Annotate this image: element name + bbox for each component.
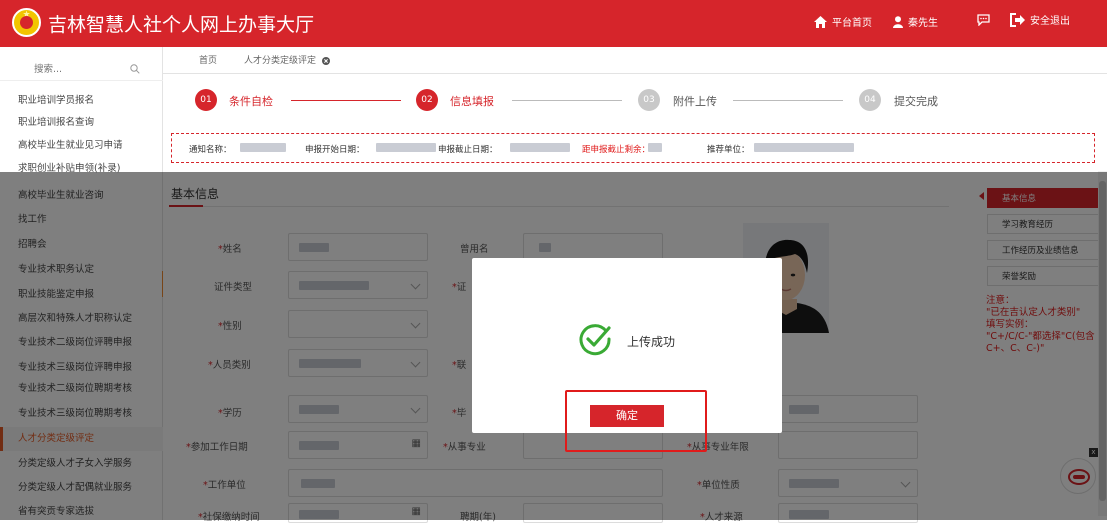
platform-home-link[interactable]: 平台首页: [814, 14, 872, 29]
logout-icon: [1010, 12, 1025, 27]
message-button[interactable]: [977, 14, 990, 26]
redacted-value: [648, 143, 662, 152]
step-connector: [512, 100, 622, 101]
tab-home[interactable]: 首页: [199, 52, 217, 70]
notice-remaining-label: 距申报截止剩余：: [582, 145, 651, 155]
progress-steps: 01 条件自检 02 信息填报 03 附件上传 04 提交完成: [163, 75, 1107, 120]
notice-name-label: 通知名称：: [189, 145, 232, 155]
notice-end-label: 申报截止日期：: [438, 145, 498, 155]
redacted-value: [754, 143, 854, 152]
tab-talent-grading[interactable]: 人才分类定级评定: [244, 52, 331, 70]
success-check-icon: [579, 324, 611, 356]
step-1-number: 01: [195, 89, 217, 111]
sidebar-item-training-query[interactable]: 职业培训报名查询: [0, 111, 163, 135]
logout-button[interactable]: 安全退出: [1010, 12, 1070, 27]
redacted-value: [376, 143, 436, 152]
step-4-label: 提交完成: [894, 95, 938, 108]
sidebar-item-intern-apply[interactable]: 高校毕业生就业见习申请: [0, 134, 163, 158]
notice-recommender-label: 推荐单位：: [707, 145, 750, 155]
platform-home-label: 平台首页: [832, 18, 872, 29]
step-connector: [733, 100, 843, 101]
step-2-number: 02: [416, 89, 438, 111]
notice-bar: 通知名称： 申报开始日期： 申报截止日期： 距申报截止剩余： 推荐单位：: [171, 133, 1095, 163]
step-1-label: 条件自检: [229, 95, 273, 108]
highlight-box: [565, 390, 707, 452]
search-icon[interactable]: [130, 64, 140, 74]
step-4-number: 04: [859, 89, 881, 111]
top-header: ★ 吉林智慧人社个人网上办事大厅 平台首页 秦先生 安全退出: [0, 0, 1107, 47]
step-3-label: 附件上传: [673, 95, 717, 108]
search-input[interactable]: [34, 61, 139, 77]
modal-message: 上传成功: [627, 335, 676, 349]
logout-label: 安全退出: [1030, 16, 1070, 27]
redacted-value: [510, 143, 570, 152]
sidebar-item-training-signup[interactable]: 职业培训学员报名: [0, 89, 163, 113]
user-icon: [893, 15, 903, 28]
notice-start-label: 申报开始日期：: [305, 145, 365, 155]
close-tab-icon[interactable]: [322, 57, 331, 65]
app-title: 吉林智慧人社个人网上办事大厅: [48, 14, 315, 36]
tab-bar: 首页 人才分类定级评定: [163, 47, 1107, 74]
step-connector: [291, 100, 401, 101]
user-name: 秦先生: [908, 18, 938, 29]
step-3-number: 03: [638, 89, 660, 111]
emblem-logo: ★: [12, 8, 41, 37]
home-icon: [814, 15, 827, 28]
user-menu[interactable]: 秦先生: [893, 14, 938, 29]
step-2-label: 信息填报: [450, 95, 494, 108]
redacted-value: [240, 143, 286, 152]
message-icon: [977, 14, 990, 26]
sidebar-search: [0, 55, 163, 81]
tab-talent-grading-label: 人才分类定级评定: [244, 56, 317, 66]
